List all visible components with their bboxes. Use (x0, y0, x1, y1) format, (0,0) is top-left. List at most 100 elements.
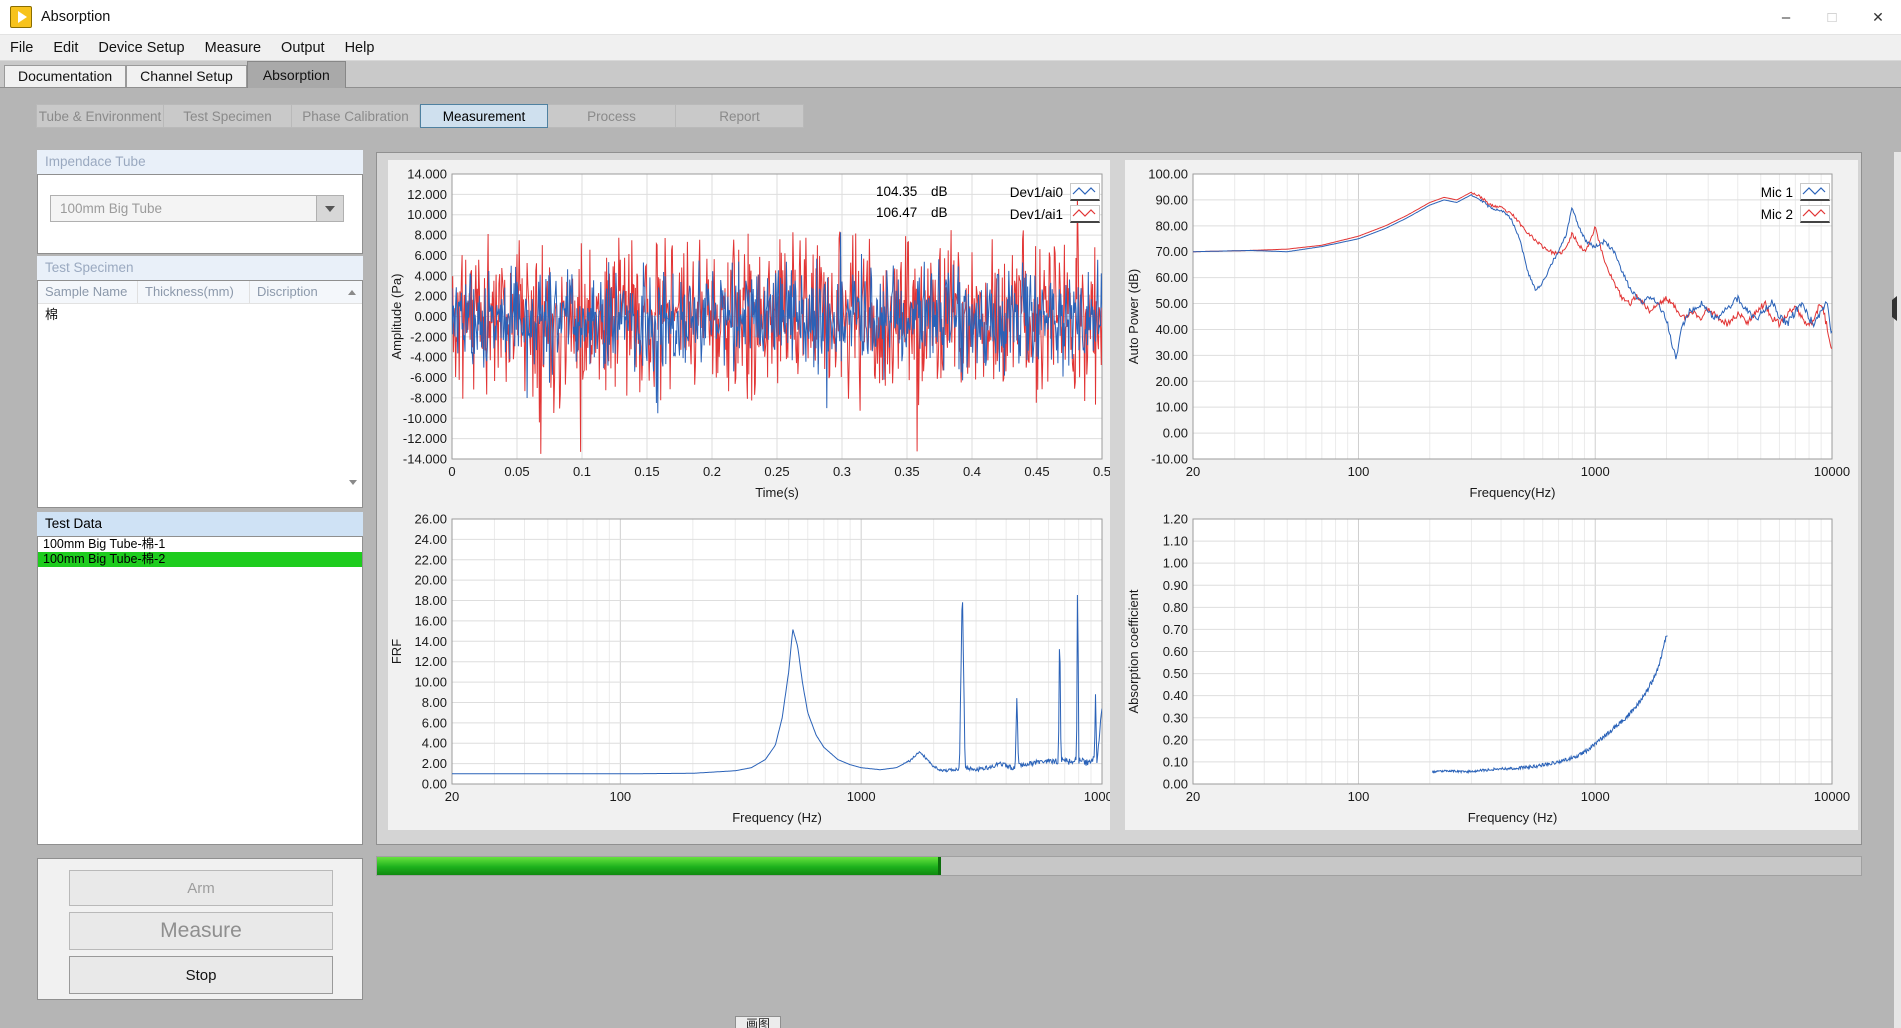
right-scroll-strip[interactable] (1894, 152, 1901, 1028)
app-icon (10, 6, 32, 28)
svg-text:Frequency (Hz): Frequency (Hz) (1468, 810, 1558, 825)
absorption-subtabs: Tube & Environment Test Specimen Phase C… (36, 104, 804, 128)
svg-text:-4.000: -4.000 (410, 350, 447, 365)
legend-label: Mic 1 (1761, 185, 1793, 200)
scroll-up-button[interactable] (342, 281, 362, 303)
tab-absorption[interactable]: Absorption (247, 61, 346, 88)
svg-text:10000: 10000 (1084, 789, 1110, 804)
menu-item-output[interactable]: Output (271, 40, 335, 56)
menu-item-measure[interactable]: Measure (195, 40, 271, 56)
test-data-item[interactable]: 100mm Big Tube-棉-1 (38, 537, 362, 552)
level-annotation-2: 106.47 dB (876, 205, 948, 220)
svg-text:10.00: 10.00 (414, 675, 447, 690)
menu-item-help[interactable]: Help (335, 40, 385, 56)
svg-text:FRF: FRF (389, 639, 404, 664)
svg-text:Amplitude (Pa): Amplitude (Pa) (389, 274, 404, 360)
svg-text:0.20: 0.20 (1163, 732, 1188, 747)
menu-item-edit[interactable]: Edit (43, 40, 88, 56)
svg-text:0.90: 0.90 (1163, 578, 1188, 593)
stop-button[interactable]: Stop (69, 956, 333, 994)
chevron-down-icon (325, 206, 335, 212)
time-domain-graph: 104.35 dB 106.47 dB Dev1/ai0 Dev1/ai1 -1… (388, 160, 1110, 505)
svg-text:1.20: 1.20 (1163, 512, 1188, 527)
column-header-sample-name: Sample Name (38, 281, 138, 303)
svg-text:12.000: 12.000 (407, 187, 447, 202)
svg-text:10.000: 10.000 (407, 207, 447, 222)
application-window: Absorption – □ ✕ File Edit Device Setup … (0, 0, 1901, 1028)
tab-documentation[interactable]: Documentation (4, 65, 126, 87)
svg-text:6.00: 6.00 (422, 715, 447, 730)
svg-text:30.00: 30.00 (1155, 348, 1188, 363)
scroll-up-icon (348, 290, 356, 295)
maximize-button[interactable]: □ (1809, 0, 1855, 34)
subtab-phase-calibration[interactable]: Phase Calibration (292, 104, 420, 128)
table-row[interactable]: 棉 (38, 304, 362, 322)
legend-label: Mic 2 (1761, 207, 1793, 222)
svg-text:100.00: 100.00 (1148, 167, 1188, 182)
svg-text:0.5: 0.5 (1093, 464, 1110, 479)
tab-channel-setup[interactable]: Channel Setup (126, 65, 247, 87)
svg-text:10000: 10000 (1814, 789, 1850, 804)
svg-text:14.00: 14.00 (414, 634, 447, 649)
svg-text:40.00: 40.00 (1155, 322, 1188, 337)
close-button[interactable]: ✕ (1855, 0, 1901, 34)
svg-text:50.00: 50.00 (1155, 296, 1188, 311)
svg-text:Frequency (Hz): Frequency (Hz) (732, 810, 822, 825)
test-specimen-group-header: Test Specimen (37, 256, 363, 280)
menu-item-device-setup[interactable]: Device Setup (88, 40, 194, 56)
svg-text:22.00: 22.00 (414, 552, 447, 567)
svg-text:0.1: 0.1 (573, 464, 591, 479)
svg-text:0.30: 0.30 (1163, 710, 1188, 725)
subtab-report[interactable]: Report (676, 104, 804, 128)
test-specimen-table: Sample Name Thickness(mm) Discription 棉 (37, 280, 363, 508)
progress-bar (376, 856, 1862, 876)
legend-item-mic1[interactable]: Mic 1 (1761, 183, 1830, 201)
progress-fill (377, 857, 941, 875)
svg-text:24.00: 24.00 (414, 532, 447, 547)
svg-text:1000: 1000 (847, 789, 876, 804)
scroll-down-button[interactable] (349, 485, 357, 503)
svg-text:16.00: 16.00 (414, 613, 447, 628)
titlebar: Absorption – □ ✕ (0, 0, 1901, 35)
arm-button[interactable]: Arm (69, 870, 333, 906)
dropdown-arrow-button[interactable] (316, 196, 343, 221)
svg-text:20.00: 20.00 (414, 573, 447, 588)
subtab-tube-environment[interactable]: Tube & Environment (36, 104, 164, 128)
svg-text:0.40: 0.40 (1163, 688, 1188, 703)
test-data-header: Test Data (37, 512, 363, 536)
minimize-button[interactable]: – (1763, 0, 1809, 34)
legend-item-dev1-ai1[interactable]: Dev1/ai1 (1010, 205, 1100, 223)
svg-text:100: 100 (1348, 464, 1370, 479)
arrow-left-icon (1892, 296, 1897, 321)
svg-text:1.00: 1.00 (1163, 556, 1188, 571)
svg-text:-10.000: -10.000 (403, 411, 447, 426)
subtab-process[interactable]: Process (548, 104, 676, 128)
svg-text:90.00: 90.00 (1155, 192, 1188, 207)
measure-button[interactable]: Measure (69, 912, 333, 950)
menu-item-file[interactable]: File (0, 40, 43, 56)
svg-text:0.00: 0.00 (422, 777, 447, 792)
svg-text:0.05: 0.05 (504, 464, 529, 479)
column-header-thickness: Thickness(mm) (138, 281, 250, 303)
test-data-item-selected[interactable]: 100mm Big Tube-棉-2 (38, 552, 362, 567)
legend-item-dev1-ai0[interactable]: Dev1/ai0 (1010, 183, 1100, 201)
svg-text:-8.000: -8.000 (410, 390, 447, 405)
legend-item-mic2[interactable]: Mic 2 (1761, 205, 1830, 223)
subtab-test-specimen[interactable]: Test Specimen (164, 104, 292, 128)
menubar: File Edit Device Setup Measure Output He… (0, 35, 1901, 61)
collapse-arrow-icon[interactable] (1892, 300, 1897, 318)
svg-text:0.00: 0.00 (1163, 426, 1188, 441)
level-annotation-1: 104.35 dB (876, 184, 948, 199)
svg-text:0.45: 0.45 (1024, 464, 1049, 479)
measurement-controls-panel: Arm Measure Stop (37, 858, 363, 1000)
subtab-measurement[interactable]: Measurement (420, 104, 548, 128)
play-icon (18, 11, 27, 23)
main-tabstrip: Documentation Channel Setup Absorption (0, 61, 1901, 88)
svg-text:8.000: 8.000 (414, 228, 447, 243)
level-value-1: 104.35 (876, 184, 931, 199)
svg-text:26.00: 26.00 (414, 512, 447, 527)
legend-label: Dev1/ai1 (1010, 207, 1063, 222)
svg-text:10.00: 10.00 (1155, 400, 1188, 415)
svg-text:0.60: 0.60 (1163, 644, 1188, 659)
impedance-tube-dropdown[interactable]: 100mm Big Tube (50, 195, 344, 222)
